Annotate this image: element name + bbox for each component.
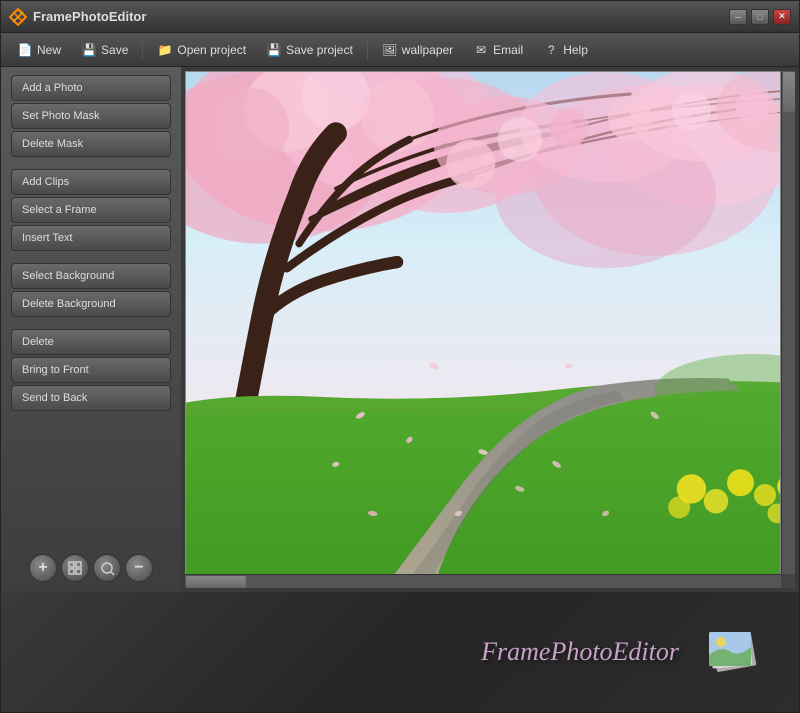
menu-sep-1 <box>142 40 143 60</box>
menu-bar: 📄 New 💾 Save 📁 Open project 💾 Save proje… <box>1 33 799 67</box>
spacer-3 <box>11 319 171 327</box>
insert-text-button[interactable]: Insert Text <box>11 225 171 251</box>
fit-view-button[interactable] <box>61 554 89 582</box>
open-project-icon: 📁 <box>157 43 173 57</box>
zoom-controls: + − <box>29 554 153 582</box>
menu-save-project[interactable]: 💾 Save project <box>258 39 361 61</box>
branding-text: FramePhotoEditor <box>481 637 679 667</box>
bottom-area: FramePhotoEditor <box>1 592 799 712</box>
wallpaper-icon: 🖼 <box>382 43 398 57</box>
left-panel: Add a Photo Set Photo Mask Delete Mask A… <box>1 67 181 592</box>
main-content: Add a Photo Set Photo Mask Delete Mask A… <box>1 67 799 592</box>
close-button[interactable]: ✕ <box>773 9 791 25</box>
title-text: FramePhotoEditor <box>33 9 146 24</box>
title-bar-controls: ─ □ ✕ <box>729 9 791 25</box>
menu-open-project[interactable]: 📁 Open project <box>149 39 254 61</box>
set-photo-mask-button[interactable]: Set Photo Mask <box>11 103 171 129</box>
canvas-frame <box>185 71 781 588</box>
scrollbar-h-thumb[interactable] <box>186 576 246 588</box>
painting <box>186 72 780 587</box>
menu-email[interactable]: ✉ Email <box>465 39 531 61</box>
canvas-area <box>181 67 799 592</box>
help-icon: ? <box>543 43 559 57</box>
menu-save[interactable]: 💾 Save <box>73 39 136 61</box>
app-icon <box>9 8 27 26</box>
email-icon: ✉ <box>473 43 489 57</box>
new-icon: 📄 <box>17 43 33 57</box>
save-project-icon: 💾 <box>266 43 282 57</box>
scrollbar-horizontal[interactable] <box>185 574 781 588</box>
add-photo-button[interactable]: Add a Photo <box>11 75 171 101</box>
delete-mask-button[interactable]: Delete Mask <box>11 131 171 157</box>
scrollbar-v-thumb[interactable] <box>783 72 795 112</box>
minimize-button[interactable]: ─ <box>729 9 747 25</box>
app-window: FramePhotoEditor ─ □ ✕ 📄 New 💾 Save 📁 Op… <box>0 0 800 713</box>
add-clips-button[interactable]: Add Clips <box>11 169 171 195</box>
menu-help[interactable]: ? Help <box>535 39 596 61</box>
scrollbar-vertical[interactable] <box>781 71 795 574</box>
scrollbar-corner <box>781 574 795 588</box>
save-icon: 💾 <box>81 43 97 57</box>
select-frame-button[interactable]: Select a Frame <box>11 197 171 223</box>
title-bar: FramePhotoEditor ─ □ ✕ <box>1 1 799 33</box>
zoom-in-button[interactable]: + <box>29 554 57 582</box>
zoom-out-button[interactable]: − <box>125 554 153 582</box>
select-background-button[interactable]: Select Background <box>11 263 171 289</box>
menu-sep-2 <box>367 40 368 60</box>
menu-new[interactable]: 📄 New <box>9 39 69 61</box>
spacer-2 <box>11 253 171 261</box>
branding-icon <box>699 617 769 687</box>
canvas-viewport <box>185 71 795 588</box>
delete-button[interactable]: Delete <box>11 329 171 355</box>
title-bar-left: FramePhotoEditor <box>9 8 146 26</box>
menu-wallpaper[interactable]: 🖼 wallpaper <box>374 39 461 61</box>
delete-background-button[interactable]: Delete Background <box>11 291 171 317</box>
maximize-button[interactable]: □ <box>751 9 769 25</box>
spacer-1 <box>11 159 171 167</box>
send-to-back-button[interactable]: Send to Back <box>11 385 171 411</box>
bring-to-front-button[interactable]: Bring to Front <box>11 357 171 383</box>
zoom-fit-button[interactable] <box>93 554 121 582</box>
